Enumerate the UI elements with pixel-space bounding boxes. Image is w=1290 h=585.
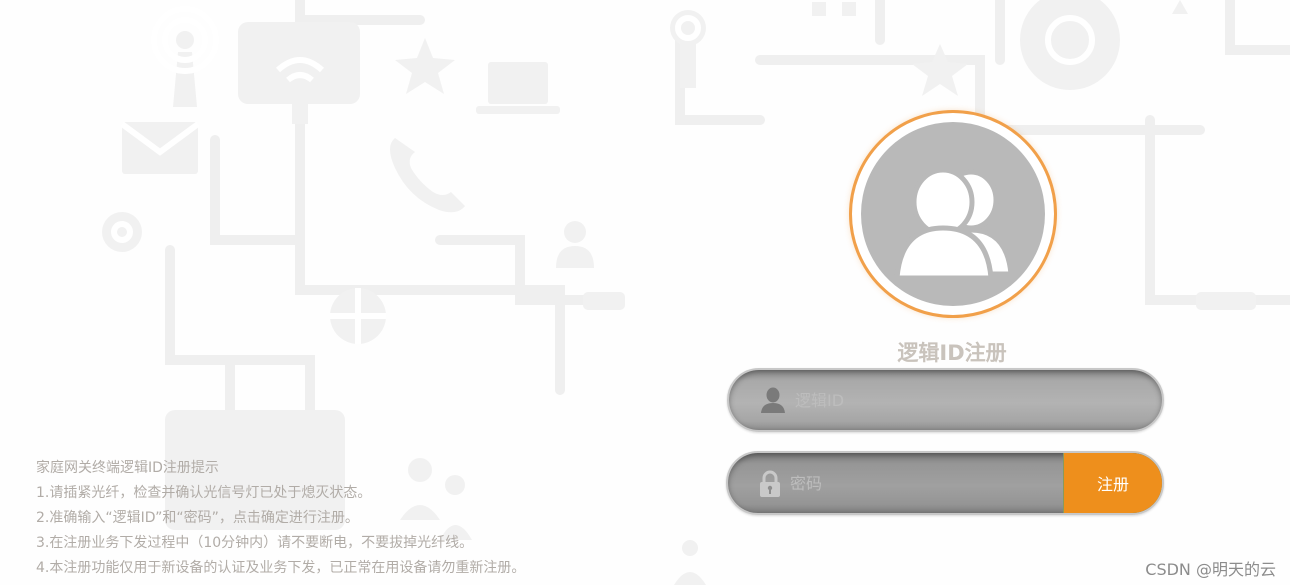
users-icon — [894, 167, 1014, 281]
avatar — [861, 122, 1045, 306]
login-page: 逻辑ID注册 注册 家庭网关终端逻辑ID注册提示 1.请插紧光纤，检查并确认光信… — [0, 0, 1290, 585]
tip-item: 1.请插紧光纤，检查并确认光信号灯已处于熄灭状态。 — [36, 485, 372, 501]
avatar-ring — [849, 110, 1057, 318]
tip-item: 3.在注册业务下发过程中（10分钟内）请不要断电，不要拔掉光纤线。 — [36, 535, 474, 551]
lock-icon — [760, 470, 780, 497]
registration-tips: 家庭网关终端逻辑ID注册提示 1.请插紧光纤，检查并确认光信号灯已处于熄灭状态。… — [36, 456, 525, 581]
register-button[interactable]: 注册 — [1063, 453, 1162, 513]
watermark: CSDN @明天的云 — [1145, 560, 1276, 579]
password-field: 注册 — [726, 451, 1164, 515]
form-title: 逻辑ID注册 — [897, 341, 1007, 365]
user-icon — [761, 387, 785, 413]
password-input[interactable] — [790, 453, 1050, 513]
tip-item: 4.本注册功能仅用于新设备的认证及业务下发，已正常在用设备请勿重新注册。 — [36, 560, 526, 576]
logic-id-field — [727, 368, 1164, 432]
logic-id-input[interactable] — [795, 370, 1135, 430]
tip-item: 2.准确输入“逻辑ID”和“密码”，点击确定进行注册。 — [36, 510, 359, 526]
tips-heading: 家庭网关终端逻辑ID注册提示 — [36, 460, 219, 476]
